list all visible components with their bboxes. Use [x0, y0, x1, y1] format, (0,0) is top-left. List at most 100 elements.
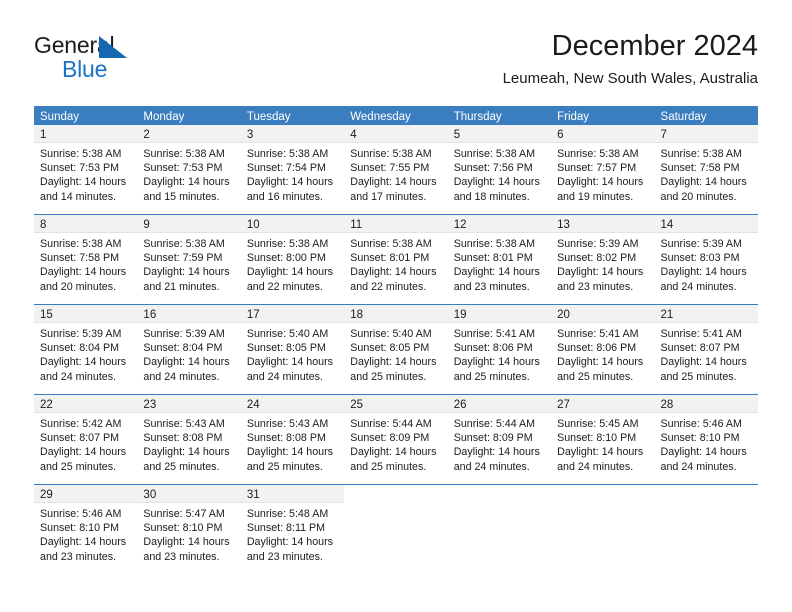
sunset-time: Sunset: 7:53 PM: [40, 162, 120, 175]
calendar-day-cell[interactable]: 10 Sunrise: 5:38 AM Sunset: 8:00 PM Dayligh…: [240, 215, 345, 304]
calendar-day-cell[interactable]: 31 Sunrise: 5:48 AM Sunset: 8:11 PM Dayligh…: [240, 485, 345, 574]
calendar-day-cell[interactable]: 2 Sunrise: 5:38 AM Sunset: 7:53 PM Daylight…: [137, 125, 241, 214]
sunset-time: Sunset: 7:58 PM: [40, 252, 120, 265]
day-number: 13: [557, 219, 570, 231]
calendar-day-cell[interactable]: 21 Sunrise: 5:41 AM Sunset: 8:07 PM Dayligh…: [654, 305, 758, 394]
day-number-band: 4: [344, 125, 448, 143]
calendar-day-cell[interactable]: 30 Sunrise: 5:47 AM Sunset: 8:10 PM Dayligh…: [137, 485, 241, 574]
daylight-duration-line2: and 15 minutes.: [143, 190, 220, 203]
sunrise-time: Sunrise: 5:38 AM: [40, 238, 122, 250]
calendar-day-cell[interactable]: 11 Sunrise: 5:38 AM Sunset: 8:01 PM Dayligh…: [344, 215, 448, 304]
day-sun-info: Sunrise: 5:38 AM Sunset: 7:59 PM Daylight:…: [137, 233, 240, 294]
day-number-band: 25: [344, 395, 448, 413]
day-number-band: 3: [240, 125, 345, 143]
weekday-header-tuesday: Tuesday: [246, 111, 291, 123]
day-sun-info: Sunrise: 5:38 AM Sunset: 7:58 PM Daylight:…: [34, 233, 137, 294]
daylight-duration-line1: Daylight: 14 hours: [246, 266, 333, 279]
daylight-duration-line1: Daylight: 14 hours: [350, 356, 437, 369]
calendar-day-cell[interactable]: 8 Sunrise: 5:38 AM Sunset: 7:58 PM Daylight…: [34, 215, 138, 304]
daylight-duration-line1: Daylight: 14 hours: [453, 176, 540, 189]
day-number-band: 1: [34, 125, 138, 143]
daylight-duration-line2: and 23 minutes.: [453, 280, 530, 293]
calendar-day-cell[interactable]: 14 Sunrise: 5:39 AM Sunset: 8:03 PM Dayligh…: [654, 215, 758, 304]
sunset-time: Sunset: 8:08 PM: [143, 432, 223, 445]
day-number-band: 11: [344, 215, 448, 233]
day-sun-info: Sunrise: 5:43 AM Sunset: 8:08 PM Daylight:…: [241, 413, 344, 474]
calendar-day-cell[interactable]: 5 Sunrise: 5:38 AM Sunset: 7:56 PM Daylight…: [447, 125, 552, 214]
calendar-day-cell[interactable]: 25 Sunrise: 5:44 AM Sunset: 8:09 PM Dayligh…: [344, 395, 448, 484]
sunset-time: Sunset: 8:04 PM: [143, 342, 223, 355]
calendar-day-cell[interactable]: 29 Sunrise: 5:46 AM Sunset: 8:10 PM Dayligh…: [34, 485, 138, 574]
daylight-duration-line1: Daylight: 14 hours: [40, 266, 127, 279]
calendar-day-cell[interactable]: 3 Sunrise: 5:38 AM Sunset: 7:54 PM Daylight…: [240, 125, 345, 214]
calendar-day-cell[interactable]: 26 Sunrise: 5:44 AM Sunset: 8:09 PM Dayligh…: [447, 395, 552, 484]
calendar-page: General Blue December 2024 Leumeah, New …: [0, 0, 792, 612]
sunrise-time: Sunrise: 5:38 AM: [453, 148, 536, 160]
calendar-day-cell[interactable]: 17 Sunrise: 5:40 AM Sunset: 8:05 PM Dayligh…: [240, 305, 345, 394]
day-sun-info: Sunrise: 5:44 AM Sunset: 8:09 PM Daylight:…: [448, 413, 551, 474]
calendar-day-cell[interactable]: 4 Sunrise: 5:38 AM Sunset: 7:55 PM Daylight…: [344, 125, 448, 214]
sunset-time: Sunset: 7:56 PM: [453, 162, 533, 175]
calendar-day-cell[interactable]: 19 Sunrise: 5:41 AM Sunset: 8:06 PM Dayligh…: [447, 305, 552, 394]
daylight-duration-line1: Daylight: 14 hours: [143, 356, 230, 369]
daylight-duration-line1: Daylight: 14 hours: [453, 356, 540, 369]
sunrise-time: Sunrise: 5:39 AM: [40, 328, 122, 340]
daylight-duration-line2: and 17 minutes.: [350, 190, 427, 203]
daylight-duration-line2: and 18 minutes.: [453, 190, 530, 203]
day-number: 24: [246, 399, 260, 411]
day-number: 27: [557, 399, 570, 411]
sunrise-time: Sunrise: 5:39 AM: [143, 328, 225, 340]
day-number: 20: [557, 309, 570, 321]
calendar-day-cell-empty: [551, 485, 655, 574]
calendar-day-cell[interactable]: 16 Sunrise: 5:39 AM Sunset: 8:04 PM Dayligh…: [137, 305, 241, 394]
day-number: 14: [660, 219, 674, 231]
sunrise-time: Sunrise: 5:40 AM: [246, 328, 329, 340]
daylight-duration-line1: Daylight: 14 hours: [246, 446, 333, 459]
calendar-day-cell[interactable]: 13 Sunrise: 5:39 AM Sunset: 8:02 PM Dayligh…: [551, 215, 655, 304]
day-number: 30: [143, 489, 157, 501]
daylight-duration-line2: and 25 minutes.: [40, 460, 117, 473]
sunset-time: Sunset: 8:05 PM: [350, 342, 430, 355]
day-number: 5: [453, 129, 461, 141]
calendar-day-cell[interactable]: 7 Sunrise: 5:38 AM Sunset: 7:58 PM Daylight…: [654, 125, 758, 214]
calendar-weeks: 1 Sunrise: 5:38 AM Sunset: 7:53 PM Daylight…: [34, 125, 758, 574]
sunset-time: Sunset: 7:59 PM: [143, 252, 223, 265]
calendar-day-cell[interactable]: 28 Sunrise: 5:46 AM Sunset: 8:10 PM Dayligh…: [654, 395, 758, 484]
day-number-band: [551, 485, 655, 503]
day-sun-info: Sunrise: 5:38 AM Sunset: 7:54 PM Daylight:…: [241, 143, 344, 204]
calendar-day-cell[interactable]: 22 Sunrise: 5:42 AM Sunset: 8:07 PM Dayligh…: [34, 395, 138, 484]
calendar-day-cell[interactable]: 15 Sunrise: 5:39 AM Sunset: 8:04 PM Dayligh…: [34, 305, 138, 394]
sunrise-time: Sunrise: 5:40 AM: [350, 328, 432, 340]
sunrise-time: Sunrise: 5:45 AM: [557, 418, 639, 430]
calendar-day-cell[interactable]: 1 Sunrise: 5:38 AM Sunset: 7:53 PM Daylight…: [34, 125, 138, 214]
calendar-day-cell[interactable]: 27 Sunrise: 5:45 AM Sunset: 8:10 PM Dayligh…: [551, 395, 655, 484]
daylight-duration-line1: Daylight: 14 hours: [350, 176, 437, 189]
day-number: 1: [40, 129, 47, 141]
calendar-day-cell[interactable]: 6 Sunrise: 5:38 AM Sunset: 7:57 PM Daylight…: [551, 125, 655, 214]
calendar-day-cell[interactable]: 23 Sunrise: 5:43 AM Sunset: 8:08 PM Dayligh…: [137, 395, 241, 484]
day-sun-info: Sunrise: 5:40 AM Sunset: 8:05 PM Daylight:…: [241, 323, 344, 384]
sunrise-time: Sunrise: 5:41 AM: [453, 328, 536, 340]
daylight-duration-line1: Daylight: 14 hours: [246, 176, 333, 189]
sunrise-time: Sunrise: 5:42 AM: [40, 418, 122, 430]
daylight-duration-line2: and 23 minutes.: [246, 550, 323, 563]
daylight-duration-line1: Daylight: 14 hours: [660, 356, 747, 369]
day-number-band: 9: [137, 215, 241, 233]
daylight-duration-line2: and 24 minutes.: [40, 370, 117, 383]
daylight-duration-line1: Daylight: 14 hours: [557, 176, 644, 189]
day-number: 21: [660, 309, 674, 321]
day-number-band: 13: [551, 215, 655, 233]
daylight-duration-line2: and 25 minutes.: [557, 370, 634, 383]
calendar-day-cell[interactable]: 24 Sunrise: 5:43 AM Sunset: 8:08 PM Dayligh…: [240, 395, 345, 484]
page-subtitle-location: Leumeah, New South Wales, Australia: [502, 70, 758, 87]
sunrise-time: Sunrise: 5:43 AM: [246, 418, 329, 430]
sunrise-time: Sunrise: 5:38 AM: [143, 148, 225, 160]
calendar-day-cell[interactable]: 20 Sunrise: 5:41 AM Sunset: 8:06 PM Dayligh…: [551, 305, 655, 394]
calendar-day-cell[interactable]: 9 Sunrise: 5:38 AM Sunset: 7:59 PM Daylight…: [137, 215, 241, 304]
day-number: 8: [40, 219, 47, 231]
day-number: 16: [143, 309, 157, 321]
sunset-time: Sunset: 7:57 PM: [557, 162, 637, 175]
calendar-day-cell[interactable]: 18 Sunrise: 5:40 AM Sunset: 8:05 PM Dayligh…: [344, 305, 448, 394]
calendar-day-cell[interactable]: 12 Sunrise: 5:38 AM Sunset: 8:01 PM Dayligh…: [447, 215, 552, 304]
day-number: 23: [143, 399, 157, 411]
